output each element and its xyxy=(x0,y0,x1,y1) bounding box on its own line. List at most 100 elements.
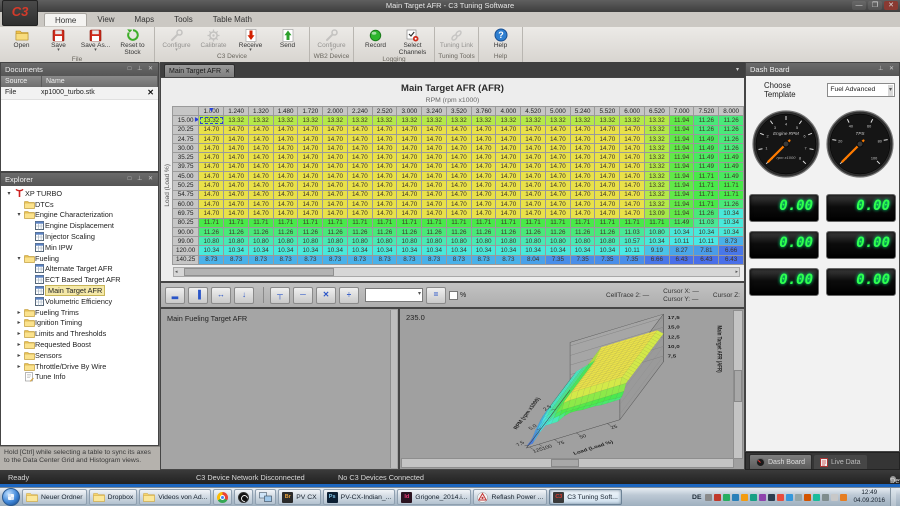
send-button[interactable]: Send xyxy=(269,27,306,49)
afr-cell[interactable]: 11.71 xyxy=(422,218,447,227)
afr-cell[interactable]: 14.70 xyxy=(471,181,496,190)
afr-cell[interactable]: 11.26 xyxy=(694,125,719,134)
afr-col-header[interactable]: 3.000 xyxy=(397,107,422,116)
afr-cell[interactable]: 14.70 xyxy=(471,144,496,153)
afr-cell[interactable]: 14.70 xyxy=(446,199,471,208)
afr-cell[interactable]: 14.70 xyxy=(323,125,348,134)
table-edit-3-button[interactable]: ↔ xyxy=(211,287,231,304)
afr-cell[interactable]: 13.32 xyxy=(248,116,273,125)
table-math-4-button[interactable]: ÷ xyxy=(339,287,359,304)
tree-item-tune-info[interactable]: Tune Info xyxy=(1,372,158,383)
afr-cell[interactable]: 11.71 xyxy=(694,190,719,199)
afr-cell[interactable]: 6.43 xyxy=(669,255,694,264)
tray-icon-14[interactable] xyxy=(822,494,829,501)
afr-cell[interactable]: 8.73 xyxy=(224,255,249,264)
afr-cell[interactable]: 11.71 xyxy=(372,218,397,227)
close-document-icon[interactable]: ✕ xyxy=(147,87,154,99)
afr-cell[interactable]: 14.70 xyxy=(248,172,273,181)
afr-cell[interactable]: 14.70 xyxy=(372,172,397,181)
surface-graph-panel[interactable]: 7,510,012,515,017,52,55,07,5255075100125… xyxy=(399,308,745,470)
afr-cell[interactable]: 14.70 xyxy=(273,144,298,153)
afr-row-header[interactable]: 39.75 xyxy=(172,162,199,171)
afr-cell[interactable]: 14.70 xyxy=(224,172,249,181)
afr-cell[interactable]: 13.32 xyxy=(644,199,669,208)
close-button[interactable]: ✕ xyxy=(884,1,898,10)
afr-cell[interactable]: 11.94 xyxy=(669,144,694,153)
afr-cell[interactable]: 14.70 xyxy=(347,134,372,143)
afr-cell[interactable]: 10.80 xyxy=(496,237,521,246)
afr-cell[interactable]: 14.70 xyxy=(521,134,546,143)
afr-cell[interactable]: 14.70 xyxy=(521,162,546,171)
expand-icon[interactable]: ▸ xyxy=(15,352,23,359)
afr-cell[interactable]: 14.70 xyxy=(545,134,570,143)
afr-cell[interactable]: 10.34 xyxy=(422,246,447,255)
afr-cell[interactable]: 13.32 xyxy=(422,116,447,125)
afr-cell[interactable]: 14.70 xyxy=(397,162,422,171)
afr-cell[interactable]: 11.71 xyxy=(545,218,570,227)
afr-cell[interactable]: 11.94 xyxy=(669,199,694,208)
afr-cell[interactable]: 14.70 xyxy=(422,199,447,208)
toolbar-set-equal-button[interactable]: = xyxy=(426,287,446,304)
afr-cell[interactable]: 14.70 xyxy=(570,144,595,153)
tab-overflow-icon[interactable]: ▾ xyxy=(736,66,739,73)
afr-cell[interactable]: 14.70 xyxy=(595,172,620,181)
afr-cell[interactable]: 11.26 xyxy=(719,134,744,143)
tray-icon-12[interactable] xyxy=(804,494,811,501)
afr-cell[interactable]: 10.80 xyxy=(372,237,397,246)
afr-cell[interactable]: 7.35 xyxy=(620,255,645,264)
afr-cell[interactable]: 14.70 xyxy=(273,181,298,190)
tray-icon-16[interactable] xyxy=(840,494,847,501)
afr-cell[interactable]: 14.70 xyxy=(545,209,570,218)
afr-cell[interactable]: 14.70 xyxy=(199,134,224,143)
afr-cell[interactable]: 11.26 xyxy=(323,227,348,236)
afr-cell[interactable]: 14.70 xyxy=(496,144,521,153)
tree-item-fueling[interactable]: ▾ Fueling xyxy=(1,253,158,264)
tree-item-injector-scaling[interactable]: Injector Scaling xyxy=(1,231,158,242)
afr-cell[interactable]: 14.70 xyxy=(224,190,249,199)
afr-cell[interactable]: 11.03 xyxy=(620,227,645,236)
afr-cell[interactable]: 14.70 xyxy=(224,125,249,134)
afr-row-header[interactable]: 20.25 xyxy=(172,125,199,134)
afr-cell[interactable]: 10.80 xyxy=(446,237,471,246)
afr-cell[interactable]: 14.70 xyxy=(248,209,273,218)
afr-cell[interactable]: 14.70 xyxy=(595,199,620,208)
afr-cell[interactable]: 13.32 xyxy=(521,116,546,125)
afr-cell[interactable]: 11.71 xyxy=(521,218,546,227)
tab-main-target-afr[interactable]: Main Target AFR✕ xyxy=(164,64,235,78)
afr-col-header[interactable]: 3.760 xyxy=(471,107,496,116)
afr-cell[interactable]: 14.70 xyxy=(446,172,471,181)
afr-cell[interactable]: 14.70 xyxy=(372,181,397,190)
afr-col-header[interactable]: 1.480 xyxy=(273,107,298,116)
afr-cell[interactable]: 8.73 xyxy=(199,255,224,264)
afr-cell[interactable]: 14.70 xyxy=(595,181,620,190)
afr-cell[interactable]: 14.70 xyxy=(422,162,447,171)
afr-cell[interactable]: 10.34 xyxy=(521,246,546,255)
afr-cell[interactable]: 14.70 xyxy=(298,144,323,153)
afr-cell[interactable]: 14.70 xyxy=(248,181,273,190)
afr-cell[interactable]: 11.26 xyxy=(298,227,323,236)
afr-cell[interactable]: 14.70 xyxy=(323,134,348,143)
taskbar-item-reflash-power-[interactable]: Reflash Power ... xyxy=(473,489,547,505)
afr-cell[interactable]: 10.34 xyxy=(273,246,298,255)
taskbar-item-chrome[interactable] xyxy=(213,489,232,505)
afr-cell[interactable]: 10.11 xyxy=(620,246,645,255)
afr-cell[interactable]: 14.70 xyxy=(347,199,372,208)
afr-cell[interactable]: 14.70 xyxy=(620,162,645,171)
afr-cell[interactable]: 14.70 xyxy=(224,181,249,190)
afr-row-header[interactable]: 24.75 xyxy=(172,134,199,143)
afr-row-header[interactable]: 30.00 xyxy=(172,144,199,153)
afr-cell[interactable]: 14.70 xyxy=(323,209,348,218)
table-math-1-button[interactable]: ┬ xyxy=(270,287,290,304)
afr-cell[interactable]: 14.70 xyxy=(521,172,546,181)
tray-icon-3[interactable] xyxy=(723,494,730,501)
afr-cell[interactable]: 10.80 xyxy=(224,237,249,246)
afr-cell[interactable]: 14.70 xyxy=(372,153,397,162)
afr-row-header[interactable]: 90.00 xyxy=(172,227,199,236)
afr-col-header[interactable]: 7.520 xyxy=(694,107,719,116)
afr-cell[interactable]: 14.70 xyxy=(248,190,273,199)
taskbar-item-videos-von-ad-[interactable]: Videos von Ad... xyxy=(139,489,211,505)
afr-cell[interactable]: 10.80 xyxy=(273,237,298,246)
afr-cell[interactable]: 11.71 xyxy=(694,199,719,208)
afr-cell[interactable]: 13.32 xyxy=(224,116,249,125)
tree-item-min-ipw[interactable]: Min IPW xyxy=(1,242,158,253)
